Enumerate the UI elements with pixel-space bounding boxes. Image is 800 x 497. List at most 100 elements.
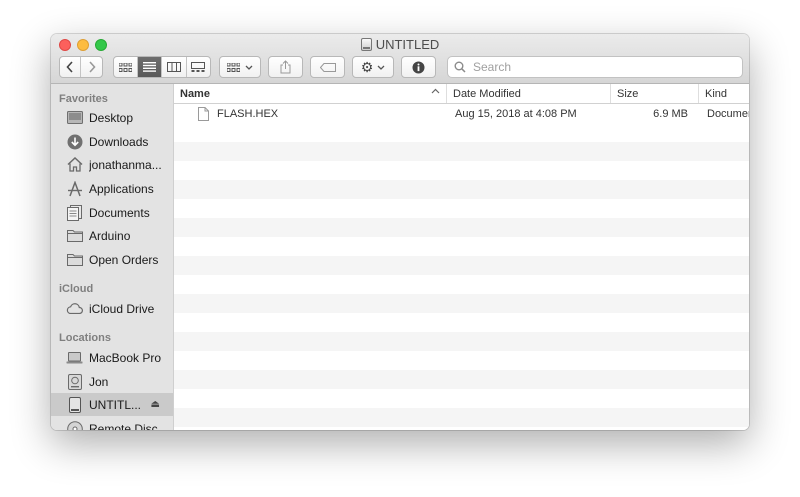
forward-button[interactable] — [81, 57, 102, 77]
column-header-name[interactable]: Name — [174, 84, 447, 103]
sidebar-item-open-orders[interactable]: Open Orders — [51, 248, 173, 271]
sidebar-item-icloud-drive[interactable]: iCloud Drive — [51, 297, 173, 320]
empty-row — [174, 351, 749, 370]
sidebar-header-locations: Locations — [59, 332, 111, 344]
empty-row — [174, 332, 749, 351]
window-title-text: UNTITLED — [375, 37, 440, 52]
column-header-label: Date Modified — [453, 87, 521, 100]
chevron-right-icon — [88, 61, 96, 73]
sidebar-item-label: Remote Disc — [89, 421, 158, 431]
empty-row — [174, 123, 749, 142]
sidebar-item-label: Applications — [89, 181, 154, 196]
chevron-down-icon — [245, 65, 253, 70]
empty-row — [174, 313, 749, 332]
gallery-view-button[interactable] — [187, 57, 210, 77]
empty-row — [174, 275, 749, 294]
laptop-icon — [66, 349, 83, 366]
empty-row — [174, 237, 749, 256]
grid-icon — [118, 62, 132, 72]
sidebar-item-label: Jon — [89, 374, 109, 389]
file-list: Name Date Modified Size Kind FLASH.HEX A… — [174, 84, 749, 430]
folder-icon — [66, 227, 83, 244]
column-header-label: Name — [180, 87, 210, 100]
column-header-size[interactable]: Size — [611, 84, 699, 103]
downloads-icon — [66, 133, 83, 150]
home-icon — [66, 156, 83, 173]
sidebar-item-label: jonathanma... — [89, 157, 162, 172]
sidebar-item-label: UNTITL... — [89, 397, 142, 412]
window-title: UNTITLED — [51, 37, 749, 52]
column-header-date-modified[interactable]: Date Modified — [447, 84, 611, 103]
finder-window: UNTITLED ⚙ Search Favorites Desktop Down… — [51, 34, 749, 430]
empty-row — [174, 370, 749, 389]
chevron-left-icon — [66, 61, 73, 73]
sidebar-header-icloud: iCloud — [59, 283, 94, 295]
column-header-kind[interactable]: Kind — [699, 84, 749, 103]
columns-icon — [166, 62, 181, 72]
empty-row — [174, 161, 749, 180]
gear-icon: ⚙ — [360, 58, 374, 75]
navigation-buttons — [59, 56, 103, 78]
empty-row — [174, 256, 749, 275]
empty-row — [174, 408, 749, 427]
drive-icon — [360, 38, 372, 51]
group-by-button[interactable] — [219, 56, 261, 78]
sidebar-item-label: MacBook Pro — [89, 350, 162, 365]
share-icon — [280, 60, 291, 74]
gallery-icon — [191, 62, 206, 72]
file-size: 6.9 MB — [653, 107, 688, 120]
drive-icon — [66, 396, 83, 413]
file-kind: Document — [707, 107, 749, 120]
eject-icon[interactable]: ⏏ — [151, 399, 160, 410]
icon-view-button[interactable] — [114, 57, 138, 77]
empty-row — [174, 199, 749, 218]
sidebar-item-untitled[interactable]: UNTITL... ⏏ — [51, 393, 173, 416]
sidebar-item-arduino[interactable]: Arduino — [51, 224, 173, 247]
file-name: FLASH.HEX — [217, 107, 279, 120]
get-info-button[interactable] — [401, 56, 436, 78]
sidebar: Favorites Desktop Downloads jonathanma..… — [51, 84, 174, 430]
tag-icon — [319, 62, 336, 72]
sidebar-item-label: iCloud Drive — [89, 301, 155, 316]
external-drive-icon — [66, 373, 83, 390]
sidebar-item-label: Downloads — [89, 134, 149, 149]
sidebar-item-jon[interactable]: Jon — [51, 370, 173, 393]
search-field[interactable] — [447, 56, 743, 78]
file-date-modified: Aug 15, 2018 at 4:08 PM — [455, 107, 577, 120]
column-view-button[interactable] — [162, 57, 187, 77]
chevron-down-icon — [377, 65, 385, 70]
document-icon — [198, 106, 209, 121]
sidebar-item-macbook-pro[interactable]: MacBook Pro — [51, 346, 173, 369]
empty-row — [174, 389, 749, 408]
sidebar-item-documents[interactable]: Documents — [51, 201, 173, 224]
sidebar-item-applications[interactable]: Applications — [51, 177, 173, 200]
grid-icon — [227, 62, 240, 72]
sidebar-item-label: Desktop — [89, 110, 134, 125]
empty-row — [174, 218, 749, 237]
sort-ascending-icon — [431, 88, 440, 94]
cloud-icon — [66, 300, 83, 317]
empty-row — [174, 180, 749, 199]
column-header-label: Size — [617, 87, 639, 100]
documents-icon — [66, 204, 83, 221]
share-button[interactable] — [268, 56, 303, 78]
file-row[interactable]: FLASH.HEX Aug 15, 2018 at 4:08 PM 6.9 MB… — [174, 104, 749, 123]
action-button[interactable]: ⚙ — [352, 56, 394, 78]
tags-button[interactable] — [310, 56, 345, 78]
sidebar-item-label: Arduino — [89, 228, 131, 243]
desktop-icon — [66, 109, 83, 126]
empty-row — [174, 294, 749, 313]
sidebar-item-home[interactable]: jonathanma... — [51, 153, 173, 176]
empty-row — [174, 142, 749, 161]
sidebar-item-downloads[interactable]: Downloads — [51, 130, 173, 153]
back-button[interactable] — [60, 57, 82, 77]
search-input[interactable] — [471, 59, 725, 75]
folder-icon — [66, 251, 83, 268]
search-icon — [454, 61, 466, 73]
sidebar-item-label: Open Orders — [89, 252, 159, 267]
column-header-label: Kind — [705, 87, 728, 100]
list-view-button[interactable] — [137, 57, 163, 77]
sidebar-item-remote-disc[interactable]: Remote Disc — [51, 417, 173, 430]
list-icon — [142, 62, 156, 72]
sidebar-item-desktop[interactable]: Desktop — [51, 106, 173, 129]
